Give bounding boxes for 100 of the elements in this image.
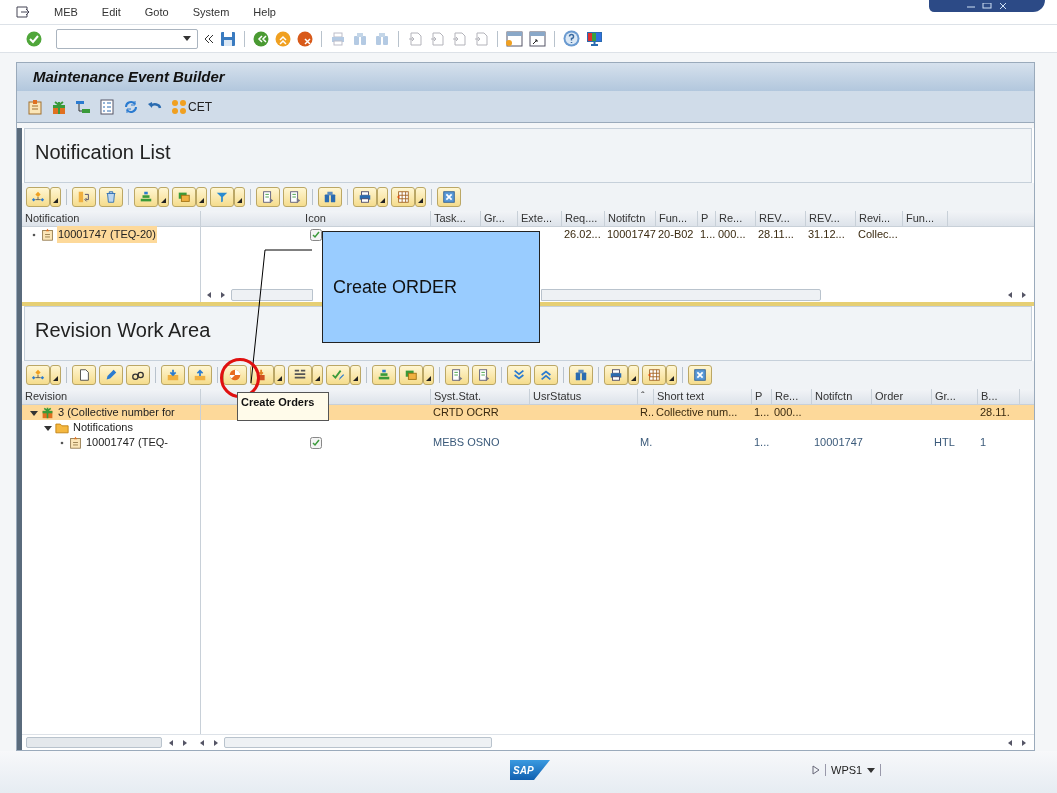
toolbar-button[interactable] bbox=[569, 365, 593, 385]
menu-item[interactable]: Goto bbox=[144, 3, 169, 21]
dropdown-icon[interactable] bbox=[867, 767, 876, 773]
scroll-right-icon[interactable] bbox=[212, 738, 220, 747]
back-icon[interactable] bbox=[253, 30, 269, 47]
scroll-right-icon[interactable] bbox=[181, 738, 189, 747]
dropdown-button[interactable] bbox=[628, 365, 639, 385]
column-header[interactable]: Gr... bbox=[484, 210, 505, 227]
scroll-right-icon[interactable] bbox=[1020, 290, 1028, 299]
dropdown-button[interactable] bbox=[274, 365, 285, 385]
tree-item[interactable]: Notifications bbox=[72, 419, 134, 436]
column-header[interactable]: Notifctn bbox=[815, 388, 853, 405]
help-icon[interactable] bbox=[563, 30, 580, 47]
new-window-icon[interactable] bbox=[506, 30, 523, 47]
horizontal-scrollbar[interactable] bbox=[541, 288, 821, 301]
toolbar-button[interactable] bbox=[72, 365, 96, 385]
column-header[interactable]: REV... bbox=[759, 210, 790, 227]
layers-icon bbox=[404, 368, 418, 382]
scroll-left-icon[interactable] bbox=[1006, 738, 1014, 747]
swap-icon bbox=[77, 190, 91, 204]
play-icon[interactable] bbox=[812, 765, 820, 776]
dropdown-button[interactable] bbox=[423, 365, 434, 385]
tree-item[interactable]: 10001747 (TEQ-20) bbox=[57, 226, 157, 243]
column-header[interactable]: Gr... bbox=[935, 388, 956, 405]
box-up-icon bbox=[193, 368, 207, 382]
dropdown-icon[interactable] bbox=[183, 36, 191, 41]
dropdown-button[interactable] bbox=[312, 365, 323, 385]
dropdown-button[interactable] bbox=[50, 365, 61, 385]
column-header[interactable]: Fun... bbox=[906, 210, 935, 227]
expander-icon[interactable] bbox=[30, 408, 38, 417]
menu-item[interactable]: Help bbox=[253, 3, 276, 21]
command-field[interactable] bbox=[56, 28, 198, 49]
toolbar-button[interactable] bbox=[604, 365, 628, 385]
dropdown-button[interactable] bbox=[415, 187, 426, 207]
horizontal-scrollbar[interactable] bbox=[224, 737, 492, 748]
scroll-left-icon[interactable] bbox=[167, 738, 175, 747]
toolbar-button[interactable] bbox=[318, 187, 342, 207]
column-header[interactable]: Req.... bbox=[565, 210, 598, 227]
dropdown-button[interactable] bbox=[158, 187, 169, 207]
column-header[interactable]: B... bbox=[981, 388, 998, 405]
scroll-right-icon[interactable] bbox=[1020, 738, 1028, 747]
cet-button[interactable]: CET bbox=[171, 97, 212, 116]
column-header[interactable]: Task... bbox=[434, 210, 466, 227]
column-header[interactable]: P bbox=[755, 388, 763, 405]
maximize-icon[interactable] bbox=[982, 3, 992, 9]
hierarchy-icon[interactable] bbox=[75, 98, 91, 115]
dropdown-button[interactable] bbox=[50, 187, 61, 207]
horizontal-scrollbar[interactable] bbox=[26, 737, 162, 748]
scroll-left-icon[interactable] bbox=[1006, 290, 1014, 299]
window-shortcut-icon[interactable] bbox=[529, 30, 546, 47]
refresh-icon[interactable] bbox=[123, 98, 139, 115]
double-chevron-icon[interactable] bbox=[204, 33, 214, 44]
checklist-icon[interactable] bbox=[99, 98, 115, 115]
column-header[interactable]: Notification bbox=[25, 210, 80, 227]
minimize-icon[interactable] bbox=[966, 3, 976, 9]
cancel-icon[interactable] bbox=[297, 30, 313, 47]
column-header[interactable]: UsrStatus bbox=[533, 388, 582, 405]
column-header[interactable]: Exte... bbox=[521, 210, 553, 227]
column-header[interactable]: Notifctn bbox=[608, 210, 646, 227]
dropdown-button[interactable] bbox=[234, 187, 245, 207]
tree-item[interactable]: 10001747 (TEQ- bbox=[85, 434, 169, 451]
menu-item[interactable]: Edit bbox=[101, 3, 121, 21]
chevron-down-icon bbox=[512, 368, 526, 382]
toolbar-button[interactable] bbox=[288, 365, 312, 385]
table-cell-text: M. bbox=[640, 435, 653, 451]
close-icon[interactable] bbox=[998, 3, 1008, 9]
exit-icon[interactable] bbox=[16, 6, 30, 18]
check-icon[interactable] bbox=[26, 30, 42, 47]
printer-icon bbox=[609, 368, 623, 382]
column-header[interactable]: Order bbox=[875, 388, 904, 405]
scroll-left-icon[interactable] bbox=[205, 290, 213, 299]
column-header[interactable]: Re... bbox=[775, 388, 799, 405]
caret-icon bbox=[199, 198, 204, 203]
column-header[interactable]: Re... bbox=[719, 210, 743, 227]
column-header[interactable]: Icon bbox=[305, 210, 326, 227]
toolbar-button[interactable] bbox=[126, 365, 150, 385]
menu-item[interactable]: MEB bbox=[54, 3, 78, 21]
column-header[interactable]: Revi... bbox=[859, 210, 891, 227]
scroll-left-icon[interactable] bbox=[198, 738, 206, 747]
column-header[interactable]: REV... bbox=[809, 210, 840, 227]
dropdown-button[interactable] bbox=[666, 365, 677, 385]
scroll-right-icon[interactable] bbox=[219, 290, 227, 299]
menu-item[interactable]: System bbox=[192, 3, 230, 21]
column-header[interactable]: ˆ bbox=[641, 388, 645, 405]
clipboard-icon[interactable] bbox=[27, 98, 43, 115]
column-header[interactable]: Short text bbox=[657, 388, 705, 405]
column-header[interactable]: P bbox=[701, 210, 709, 227]
toolbar-button[interactable] bbox=[223, 365, 247, 385]
dropdown-button[interactable] bbox=[350, 365, 361, 385]
monitor-icon[interactable] bbox=[586, 30, 603, 47]
dropdown-button[interactable] bbox=[196, 187, 207, 207]
save-icon[interactable] bbox=[220, 30, 236, 47]
dropdown-button[interactable] bbox=[377, 187, 388, 207]
horizontal-scrollbar[interactable] bbox=[231, 288, 313, 301]
expander-icon[interactable] bbox=[44, 423, 52, 432]
column-header[interactable]: Fun... bbox=[659, 210, 688, 227]
column-header[interactable]: Revision bbox=[25, 388, 68, 405]
gift-icon[interactable] bbox=[51, 98, 67, 115]
column-header[interactable]: Syst.Stat. bbox=[434, 388, 482, 405]
toolbar-button[interactable] bbox=[353, 187, 377, 207]
